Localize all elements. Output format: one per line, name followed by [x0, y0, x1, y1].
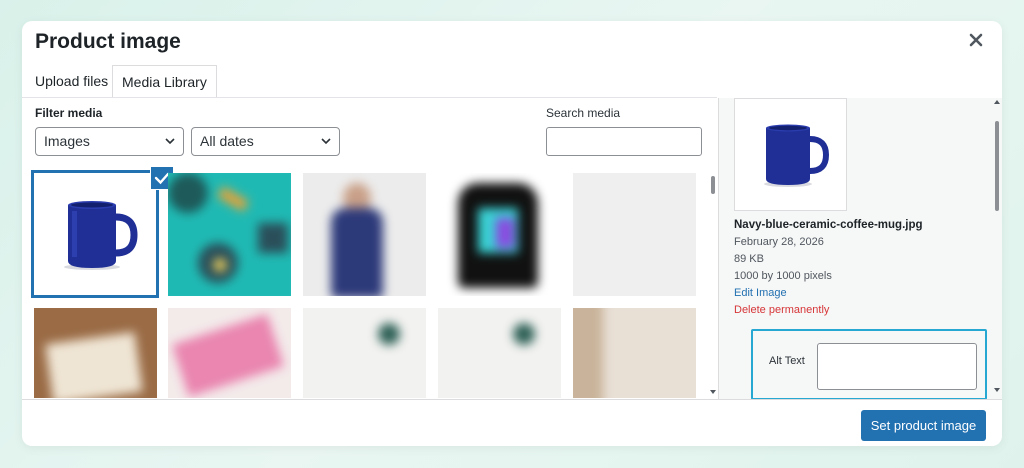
scroll-down-arrow-icon[interactable]: [709, 389, 717, 395]
media-type-selected-value: Images: [44, 133, 90, 149]
media-item-plant-1[interactable]: [303, 308, 426, 398]
attachment-filename: Navy-blue-ceramic-coffee-mug.jpg: [734, 219, 923, 231]
modal-tabs: Upload files Media Library: [22, 65, 1002, 98]
navy-shirt-image: [303, 173, 426, 296]
pink-item-image: [168, 308, 291, 398]
wooden-sign-image: [34, 308, 157, 398]
media-type-select[interactable]: Images: [35, 127, 184, 156]
scroll-down-arrow-icon[interactable]: [993, 387, 1001, 393]
scroll-up-arrow-icon[interactable]: [993, 99, 1001, 105]
attachment-preview: [734, 98, 847, 211]
edit-image-link[interactable]: Edit Image: [734, 287, 787, 299]
light-gray-image: [573, 173, 696, 296]
delete-permanently-link[interactable]: Delete permanently: [734, 304, 829, 316]
close-button[interactable]: [968, 32, 984, 48]
media-item-plant-2[interactable]: [438, 308, 561, 398]
media-item-interior[interactable]: [573, 308, 696, 398]
media-item-pink-item[interactable]: [168, 308, 291, 398]
attachment-details-panel: Navy-blue-ceramic-coffee-mug.jpg Februar…: [718, 98, 1002, 400]
mug-preview-image: [735, 99, 846, 210]
footer-divider: [22, 399, 1002, 400]
mug-image: [34, 173, 156, 295]
teal-pattern-image: [168, 173, 291, 296]
media-date-select[interactable]: All dates: [191, 127, 340, 156]
search-media-label: Search media: [546, 106, 621, 120]
alt-text-label: Alt Text: [769, 355, 805, 367]
details-panel-scrollbar[interactable]: [995, 121, 999, 211]
close-icon: [969, 33, 983, 47]
media-date-selected-value: All dates: [200, 133, 254, 149]
tabs-divider: [22, 97, 717, 98]
search-input[interactable]: [546, 127, 702, 156]
attachment-date: February 28, 2026: [734, 236, 824, 248]
media-item-light-gray[interactable]: [573, 173, 696, 296]
set-product-image-button[interactable]: Set product image: [861, 410, 986, 441]
media-grid-scrollbar[interactable]: [711, 176, 715, 194]
alt-text-highlight: Alt Text: [751, 329, 987, 400]
media-item-wooden-sign[interactable]: [34, 308, 157, 398]
tab-upload-files[interactable]: Upload files: [27, 65, 116, 98]
media-item-mug[interactable]: [31, 170, 159, 298]
modal-title: Product image: [35, 30, 181, 53]
media-item-navy-shirt[interactable]: [303, 173, 426, 296]
white-plant-image: [303, 308, 426, 398]
alt-text-input[interactable]: [817, 343, 977, 390]
chevron-down-icon: [321, 138, 331, 145]
white-plant-image: [438, 308, 561, 398]
attachment-filesize: 89 KB: [734, 253, 764, 265]
filter-media-label: Filter media: [35, 106, 103, 120]
media-grid: [22, 166, 717, 398]
interior-image: [573, 308, 696, 398]
black-hoodie-image: [438, 173, 561, 296]
media-modal: Product image Upload files Media Library…: [22, 21, 1002, 446]
media-item-teal-pattern[interactable]: [168, 173, 291, 296]
attachment-dimensions: 1000 by 1000 pixels: [734, 270, 832, 282]
media-item-black-hoodie[interactable]: [438, 173, 561, 296]
chevron-down-icon: [165, 138, 175, 145]
tab-media-library[interactable]: Media Library: [112, 65, 217, 98]
